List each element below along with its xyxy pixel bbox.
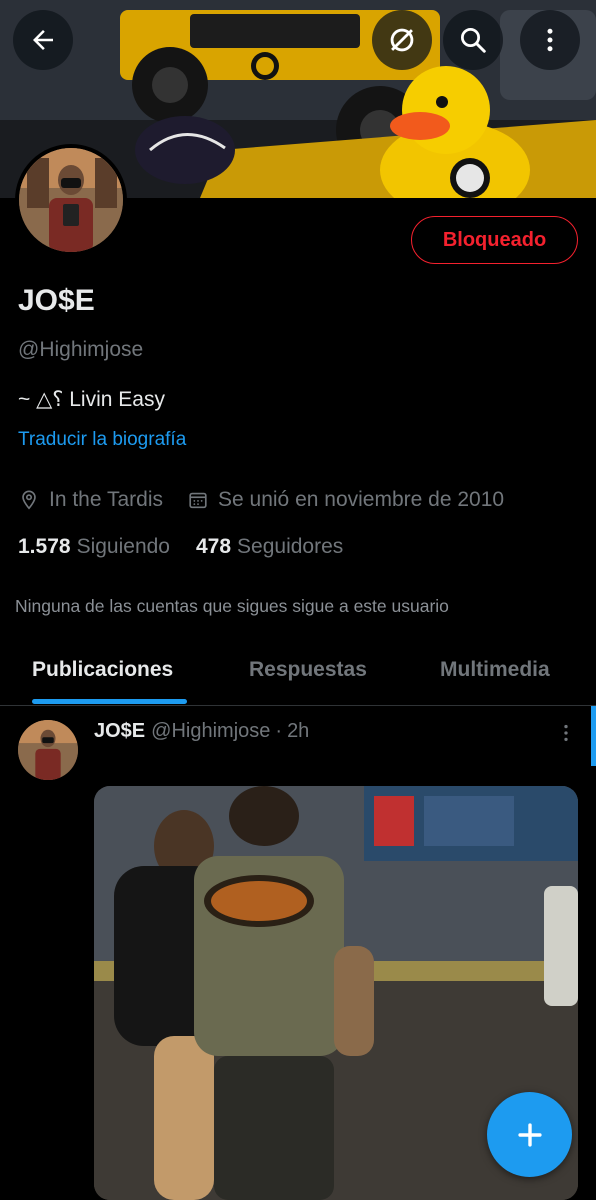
translate-bio-link[interactable]: Traducir la biografía: [18, 429, 186, 451]
active-tab-indicator: [32, 699, 187, 704]
followers-count: 478: [195, 535, 232, 558]
compose-button[interactable]: [487, 1092, 572, 1177]
tab-multimedia[interactable]: Multimedia: [440, 658, 550, 682]
post-author-avatar[interactable]: [18, 720, 78, 780]
followers-link[interactable]: 478 Seguidores: [196, 535, 343, 559]
tab-publicaciones[interactable]: Publicaciones: [32, 658, 173, 682]
following-count: 1.578: [18, 535, 71, 558]
scrollbar[interactable]: [591, 706, 596, 766]
back-button[interactable]: [13, 10, 73, 70]
mutual-followers-note: Ninguna de las cuentas que sigues sigue …: [15, 596, 449, 616]
followers-label: Seguidores: [237, 535, 344, 558]
follow-stats: 1.578 Siguiendo 478 Seguidores: [18, 535, 369, 559]
more-options-button[interactable]: [520, 10, 580, 70]
profile-meta: In the Tardis Se unió en noviembre de 20…: [18, 488, 504, 512]
profile-avatar[interactable]: [15, 144, 127, 256]
profile-handle: @Highimjose: [18, 338, 144, 361]
more-vertical-icon[interactable]: [555, 720, 577, 746]
plus-icon: [517, 1122, 542, 1147]
arrow-left-icon: [33, 30, 53, 50]
post-header: JO$E @Highimjose · 2h: [94, 720, 309, 743]
blocked-button[interactable]: Bloqueado: [411, 216, 578, 264]
following-link[interactable]: 1.578 Siguiendo: [18, 535, 170, 559]
no-entry-icon: [390, 28, 414, 52]
post-separator: ·: [275, 720, 283, 742]
profile-tabs: Publicaciones Respuestas Multimedia: [0, 640, 596, 706]
avatar-image: [19, 148, 123, 252]
profile-location: In the Tardis: [49, 488, 164, 511]
search-icon: [461, 28, 486, 53]
location-pin-icon: [22, 490, 36, 510]
calendar-icon: [189, 492, 207, 509]
avatar-image: [18, 720, 78, 780]
post-time: 2h: [287, 720, 310, 742]
tab-respuestas[interactable]: Respuestas: [249, 658, 367, 682]
search-button[interactable]: [443, 10, 503, 70]
following-label: Siguiendo: [76, 535, 170, 558]
post-author-name[interactable]: JO$E: [94, 720, 145, 743]
more-vertical-icon: [547, 28, 553, 52]
parody-label-button[interactable]: [372, 10, 432, 70]
profile-name: JO$E: [18, 284, 95, 317]
profile-bio: ~ △⸮ Livin Easy: [18, 388, 165, 411]
post-author-handle[interactable]: @Highimjose: [151, 720, 270, 743]
profile-joined: Se unió en noviembre de 2010: [218, 488, 505, 511]
